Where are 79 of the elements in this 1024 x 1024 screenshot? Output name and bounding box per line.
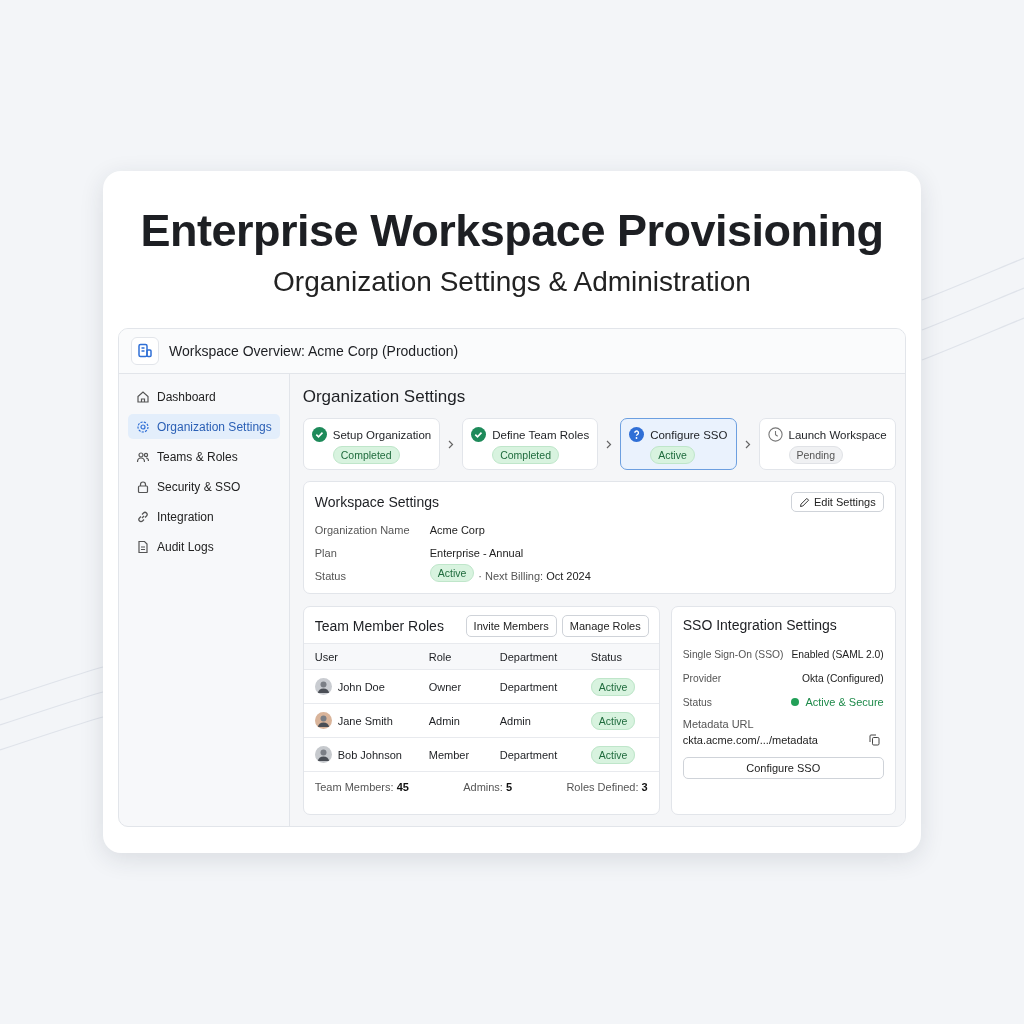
step-label: Setup Organization bbox=[332, 428, 432, 441]
check-icon bbox=[311, 427, 327, 442]
avatar-icon bbox=[314, 746, 332, 763]
field-label: Plan bbox=[314, 546, 338, 559]
billing-note: · Next Billing: Oct 2024 bbox=[478, 569, 591, 582]
table-cell-text: Member bbox=[428, 748, 471, 761]
sidebar-item[interactable]: Organization Settings bbox=[128, 414, 280, 439]
pencil-icon bbox=[798, 496, 810, 508]
sidebar-item[interactable]: Dashboard bbox=[128, 384, 280, 409]
team-action-button[interactable]: Manage Roles bbox=[561, 615, 649, 637]
field-label: Single Sign-On (SSO) bbox=[682, 648, 784, 660]
lock-icon bbox=[136, 479, 150, 494]
avatar-icon bbox=[314, 712, 332, 729]
step-label: Configure SSO bbox=[650, 428, 728, 441]
panel-title: Workspace Settings bbox=[314, 494, 439, 510]
link-icon bbox=[136, 509, 150, 524]
status-badge: Active bbox=[650, 446, 695, 464]
people-icon bbox=[136, 449, 150, 464]
table-cell-text: Owner bbox=[428, 680, 463, 693]
status-badge: Active bbox=[590, 711, 636, 730]
step-card[interactable]: Configure SSO Active bbox=[620, 418, 737, 470]
status-badge: Active bbox=[590, 677, 636, 696]
sidebar-item[interactable]: Security & SSO bbox=[128, 474, 280, 499]
table-cell-text: Department bbox=[499, 748, 559, 761]
page-title: Organization Settings bbox=[302, 386, 467, 408]
status-badge: Active bbox=[590, 745, 636, 764]
field-value: Enterprise - Annual bbox=[429, 546, 524, 559]
clock-icon bbox=[767, 427, 783, 442]
hero-title: Enterprise Workspace Provisioning bbox=[140, 204, 884, 258]
step-label: Define Team Roles bbox=[492, 428, 590, 441]
window-title: Workspace Overview: Acme Corp (Production) bbox=[169, 343, 459, 359]
question-icon bbox=[629, 427, 645, 442]
home-icon bbox=[136, 389, 150, 404]
column-header: Role bbox=[428, 650, 453, 663]
configure-sso-button[interactable]: Configure SSO bbox=[682, 757, 884, 779]
edit-settings-button[interactable]: Edit Settings bbox=[790, 492, 884, 512]
status-text: Active & Secure bbox=[791, 696, 884, 708]
document-icon bbox=[136, 539, 150, 554]
column-header: Department bbox=[499, 650, 559, 663]
sidebar-item[interactable]: Integration bbox=[128, 504, 280, 529]
sidebar-item[interactable]: Audit Logs bbox=[128, 534, 280, 559]
sidebar-item[interactable]: Teams & Roles bbox=[128, 444, 280, 469]
step-label: Launch Workspace bbox=[788, 428, 887, 441]
field-label: Status bbox=[314, 569, 347, 582]
column-header: User bbox=[314, 650, 339, 663]
field-label: Metadata URL bbox=[682, 718, 755, 730]
step-card[interactable]: Launch Workspace Pending bbox=[758, 418, 896, 470]
panel-title: SSO Integration Settings bbox=[682, 617, 838, 633]
summary-stat: Admins: 5 bbox=[463, 781, 513, 795]
table-cell-text: Admin bbox=[499, 714, 532, 727]
check-icon bbox=[471, 427, 487, 442]
table-cell: Bob Johnson bbox=[337, 748, 402, 761]
step-card[interactable]: Define Team Roles Completed bbox=[462, 418, 599, 470]
field-value: Acme Corp bbox=[429, 523, 485, 536]
field-value: Okta (Configured) bbox=[801, 672, 884, 684]
team-action-button[interactable]: Invite Members bbox=[465, 615, 557, 637]
status-badge: Pending bbox=[788, 446, 844, 464]
status-badge: Completed bbox=[332, 446, 400, 464]
status-badge: Completed bbox=[492, 446, 559, 464]
avatar-icon bbox=[314, 678, 332, 695]
field-label: Status bbox=[682, 696, 712, 708]
copy-icon[interactable] bbox=[868, 734, 880, 746]
hero-subtitle: Organization Settings & Administration bbox=[273, 265, 751, 299]
table-cell: John Doe bbox=[337, 680, 385, 693]
column-header: Status bbox=[590, 650, 623, 663]
gear-icon bbox=[136, 419, 150, 434]
table-cell: Jane Smith bbox=[337, 714, 393, 727]
table-cell-text: Admin bbox=[428, 714, 461, 727]
metadata-url: ckta.acme.com/.../metadata bbox=[682, 734, 818, 746]
step-card[interactable]: Setup Organization Completed bbox=[302, 418, 441, 470]
document-icon bbox=[131, 337, 159, 365]
field-label: Provider bbox=[682, 672, 722, 684]
field-label: Organization Name bbox=[314, 523, 411, 536]
table-cell-text: Department bbox=[499, 680, 559, 693]
field-value: Enabled (SAML 2.0) bbox=[791, 648, 884, 660]
summary-stat: Roles Defined: 3 bbox=[566, 781, 648, 795]
status-badge: Active bbox=[429, 564, 475, 582]
summary-stat: Team Members: 45 bbox=[314, 781, 409, 795]
panel-title: Team Member Roles bbox=[314, 618, 445, 634]
